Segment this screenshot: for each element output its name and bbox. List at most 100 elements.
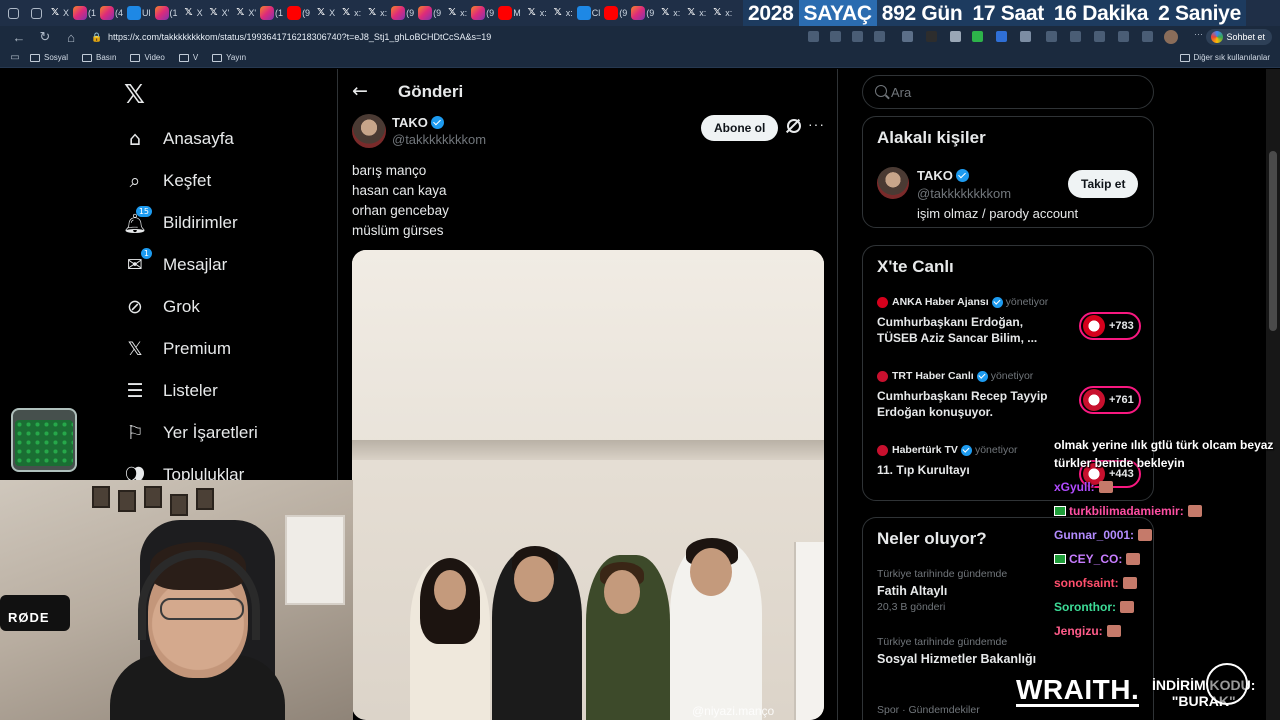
sidebar-item-search[interactable]: ⌕ Keşfet	[124, 166, 212, 196]
downloads-icon[interactable]	[1142, 31, 1153, 42]
browser-tab[interactable]: (9	[418, 6, 441, 20]
browser-tab[interactable]: (9	[287, 6, 310, 20]
tab-label: Ul	[142, 8, 151, 18]
search-input[interactable]	[891, 76, 1141, 108]
extension-icon[interactable]	[926, 31, 937, 42]
browser-tab[interactable]: 𝕏X	[182, 6, 203, 20]
heart-icon[interactable]	[1118, 31, 1129, 42]
split-screen-icon[interactable]	[1046, 31, 1057, 42]
browser-tab[interactable]: (1	[154, 6, 178, 20]
browser-tab[interactable]: 𝕏X	[48, 6, 69, 20]
follow-button[interactable]: Takip et	[1068, 170, 1139, 198]
extension-icon[interactable]	[950, 31, 961, 42]
browser-tab[interactable]: 𝕏X	[314, 6, 335, 20]
browser-tab[interactable]: (9	[391, 6, 414, 20]
trend-item[interactable]: Spor · GündemdekilerKerem Aktürkoğlu	[877, 704, 985, 720]
sidebar-item-bell[interactable]: 🔔︎ 15 Bildirimler	[123, 206, 238, 238]
lock-icon[interactable]: 🔒	[90, 32, 104, 43]
sidebar-item-home[interactable]: ⌂ Anasayfa	[124, 124, 234, 154]
extension-icon[interactable]	[972, 31, 983, 42]
related-avatar[interactable]	[877, 167, 909, 199]
browser-tab[interactable]: (9	[604, 6, 627, 20]
collections-icon[interactable]	[1094, 31, 1105, 42]
browser-tab[interactable]: 𝕏x:	[684, 6, 706, 20]
chat-line: turkbilimadamiemir:	[1054, 504, 1202, 518]
home-icon[interactable]: ⌂	[64, 30, 78, 45]
x-logo-icon[interactable]: 𝕏	[124, 80, 145, 110]
browser-tab[interactable]: (1	[73, 6, 96, 20]
tab-actions-icon[interactable]	[8, 7, 19, 19]
grok-icon[interactable]	[787, 119, 801, 133]
extension-icon[interactable]	[1020, 31, 1031, 42]
folder-icon	[212, 53, 223, 62]
more-icon[interactable]: ···	[808, 116, 825, 132]
trend-item[interactable]: Türkiye tarihinde gündemde Sosyal Hizmetl…	[877, 636, 1036, 666]
browser-tab[interactable]: 𝕏x:	[445, 6, 467, 20]
zoom-icon[interactable]	[830, 31, 841, 42]
browser-tab[interactable]: (9	[471, 6, 494, 20]
url-field[interactable]: https://x.com/takkkkkkkkom/status/199364…	[108, 32, 491, 42]
favorites-bar-icon[interactable]	[1070, 31, 1081, 42]
bookmark-folder[interactable]: Yayın	[212, 53, 246, 62]
listener-count: +761	[1109, 394, 1134, 406]
sidebar-item-grok[interactable]: ⊘ Grok	[124, 292, 200, 322]
sidebar-item-bookmark[interactable]: ⚐ Yer İşaretleri	[124, 418, 257, 448]
live-listeners[interactable]: +783	[1079, 312, 1141, 340]
copilot-chat-button[interactable]: Sohbet et	[1206, 29, 1272, 45]
bookmark-folder[interactable]: Basın	[82, 53, 116, 62]
browser-tab[interactable]: 𝕏x:	[339, 6, 361, 20]
verified-icon	[430, 116, 444, 129]
extension-icon[interactable]	[902, 31, 913, 42]
subscribe-button[interactable]: Abone ol	[701, 115, 779, 141]
sidebar-item-mail[interactable]: ✉ 1 Mesajlar	[124, 248, 227, 280]
browser-tab[interactable]: (4	[100, 6, 123, 20]
trend-item[interactable]: Türkiye tarihinde gündemde Fatih Altaylı 2…	[877, 568, 1007, 613]
browser-tab[interactable]: Cl	[576, 6, 600, 20]
read-aloud-icon[interactable]	[852, 31, 863, 42]
menu-icon[interactable]: ···	[1194, 29, 1205, 40]
author-name[interactable]: TAKO	[392, 115, 444, 130]
search-box[interactable]	[862, 75, 1154, 109]
reading-list-icon[interactable]: ▭	[8, 52, 22, 63]
browser-tab[interactable]: 𝕏x:	[365, 6, 387, 20]
browser-tab[interactable]: 𝕏 X'	[233, 6, 256, 20]
browser-tab[interactable]: 𝕏 X'	[207, 6, 230, 20]
tab-workspaces-icon[interactable]	[31, 7, 42, 19]
scrollbar-thumb[interactable]	[1269, 151, 1277, 331]
browser-tab[interactable]: 𝕏x:	[710, 6, 732, 20]
post-image[interactable]: @niyazi.manço	[352, 250, 824, 720]
sidebar-item-x[interactable]: 𝕏 Premium	[124, 334, 231, 364]
author-handle[interactable]: @takkkkkkkkom	[392, 132, 486, 147]
browser-tab[interactable]: 𝕏x:	[551, 6, 573, 20]
bookmark-folder[interactable]: Sosyal	[30, 53, 68, 62]
live-item[interactable]: TRT Haber Canlı yönetiyor Cumhurbaşkanı Re…	[877, 370, 1141, 420]
author-avatar[interactable]	[352, 114, 386, 148]
live-item[interactable]: ANKA Haber Ajansı yönetiyor Cumhurbaşkanı …	[877, 296, 1141, 346]
tab-label: x:	[380, 8, 388, 18]
browser-tab[interactable]: (1	[260, 6, 283, 20]
tab-label: (9	[619, 8, 628, 18]
reload-icon[interactable]: ↻	[38, 29, 52, 45]
browser-tab[interactable]: M	[498, 6, 521, 20]
related-name[interactable]: TAKO	[917, 168, 969, 183]
other-bookmarks[interactable]: Diğer sık kullanılanlar	[1179, 53, 1270, 62]
live-source-name: ANKA Haber Ajansı	[892, 296, 989, 308]
sidebar-item-list[interactable]: ☰ Listeler	[124, 376, 217, 406]
back-arrow-icon[interactable]: ←	[352, 80, 368, 102]
bookmark-folder[interactable]: Video	[130, 53, 165, 62]
tab-label: x:	[725, 8, 733, 18]
browser-tab[interactable]: 𝕏x:	[658, 6, 680, 20]
page-scrollbar[interactable]	[1266, 69, 1280, 720]
bookmark-folder[interactable]: V	[178, 53, 198, 62]
reader-icon[interactable]	[808, 31, 819, 42]
back-icon[interactable]: ←	[12, 30, 26, 45]
live-listeners[interactable]: +761	[1079, 386, 1141, 414]
profile-avatar[interactable]	[1164, 30, 1178, 44]
browser-tab[interactable]: Ul	[127, 6, 151, 20]
favorite-icon[interactable]	[874, 31, 885, 42]
related-handle[interactable]: @takkkkkkkkom	[917, 186, 1011, 201]
extension-icon[interactable]	[996, 31, 1007, 42]
emote-icon	[1122, 577, 1137, 589]
browser-tab[interactable]: (9	[631, 6, 654, 20]
browser-tab[interactable]: 𝕏x:	[525, 6, 547, 20]
